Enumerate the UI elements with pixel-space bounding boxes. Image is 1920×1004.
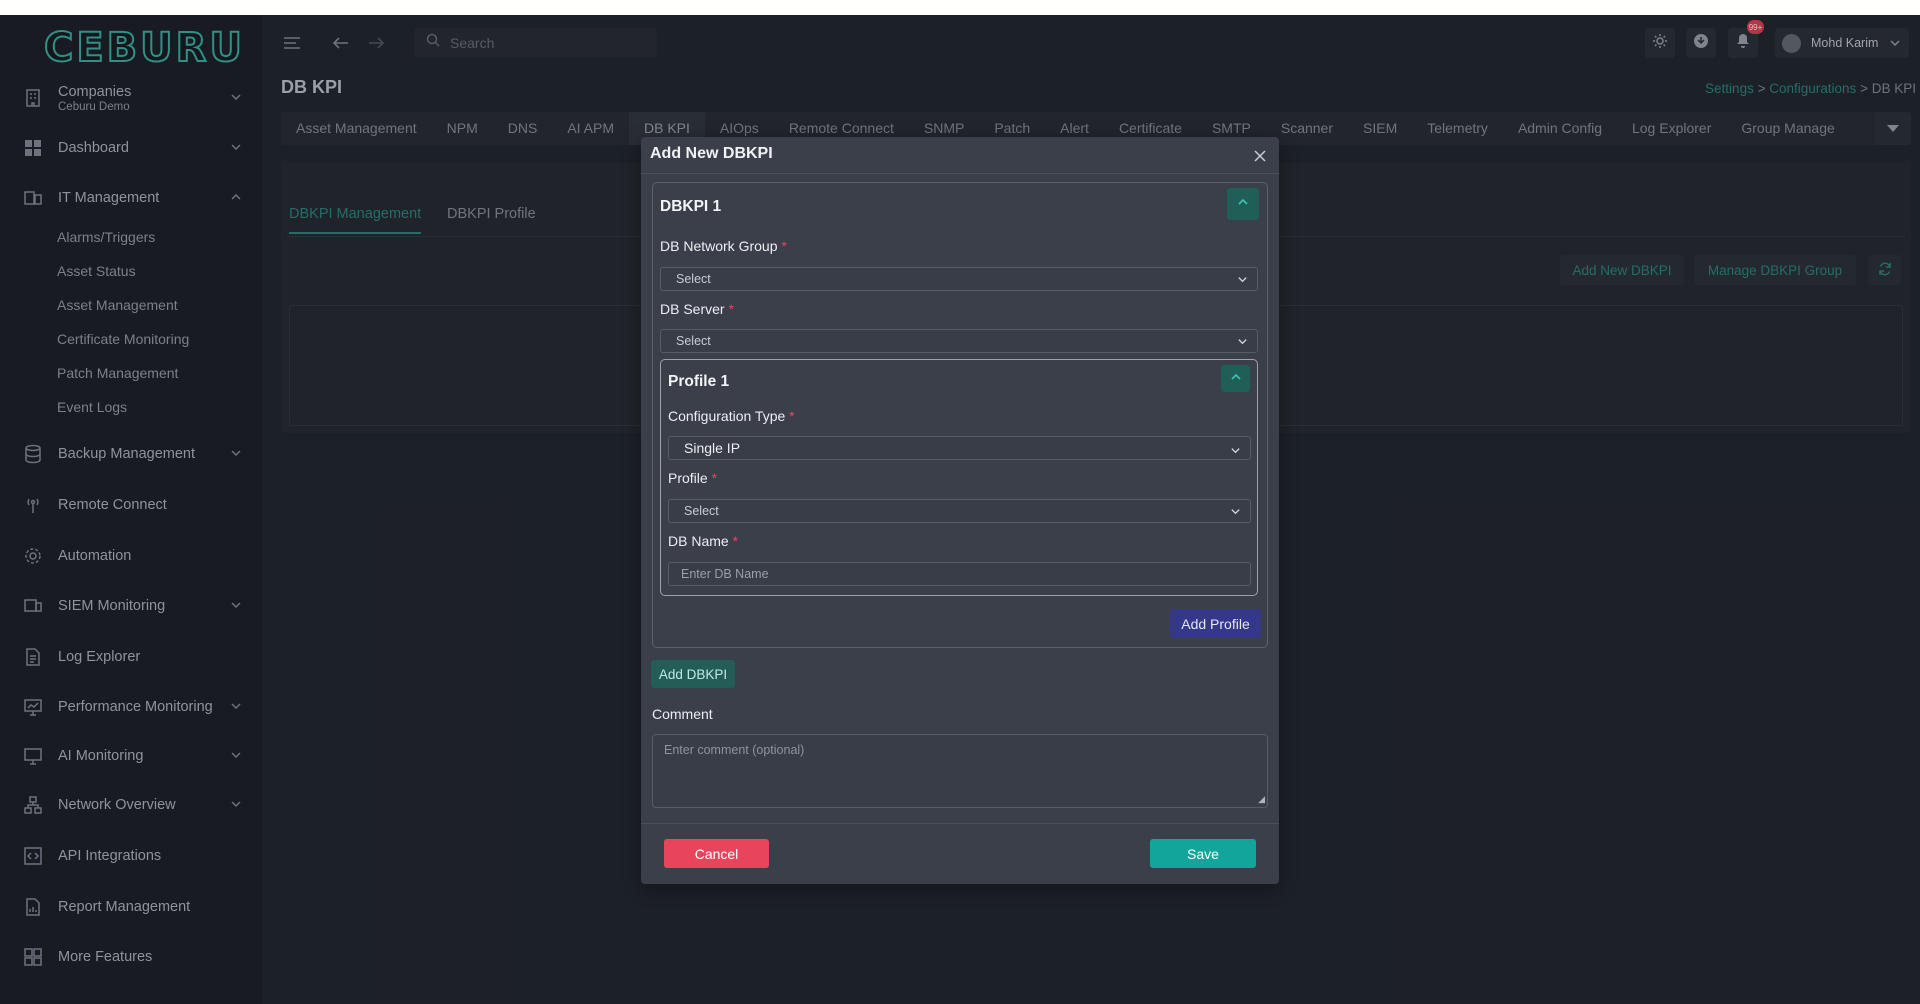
add-dbkpi-button[interactable]: Add DBKPI (651, 660, 735, 688)
network-group-select[interactable]: Select (660, 267, 1258, 291)
collapse-dbkpi-button[interactable] (1227, 188, 1259, 220)
add-dbkpi-modal: Add New DBKPI DBKPI 1 DB Network Group *… (641, 137, 1279, 884)
chevron-up-icon (1230, 370, 1242, 388)
db-name-label: DB Name * (668, 533, 739, 549)
modal-title: Add New DBKPI (650, 145, 773, 162)
config-type-label: Configuration Type * (668, 408, 795, 424)
profile-card-title: Profile 1 (668, 373, 730, 390)
modal-footer-divider (641, 823, 1279, 824)
dbkpi-card: DBKPI 1 DB Network Group * Select DB Ser… (652, 182, 1268, 648)
top-strip (0, 0, 1920, 15)
collapse-profile-button[interactable] (1221, 365, 1250, 392)
profile-select[interactable]: Select (668, 499, 1251, 523)
dbkpi-card-title: DBKPI 1 (660, 198, 722, 215)
modal-header-divider (641, 173, 1279, 174)
db-server-label: DB Server * (660, 301, 734, 317)
db-name-input[interactable]: Enter DB Name (668, 562, 1251, 586)
comment-label: Comment (652, 706, 713, 722)
comment-textarea[interactable]: Enter comment (optional) ◢ (652, 734, 1268, 808)
chevron-down-icon (1230, 443, 1241, 459)
close-icon[interactable] (1253, 149, 1267, 168)
chevron-down-icon (1237, 274, 1248, 288)
chevron-down-icon (1237, 336, 1248, 350)
cancel-button[interactable]: Cancel (664, 839, 769, 868)
config-type-select[interactable]: Single IP (668, 436, 1251, 460)
db-server-select[interactable]: Select (660, 329, 1258, 353)
chevron-down-icon (1230, 506, 1241, 520)
add-profile-button[interactable]: Add Profile (1170, 609, 1261, 638)
profile-card: Profile 1 Configuration Type * Single IP… (660, 359, 1258, 596)
profile-label: Profile * (668, 470, 718, 486)
network-group-label: DB Network Group * (660, 238, 787, 254)
resize-handle-icon[interactable]: ◢ (1258, 794, 1265, 805)
chevron-up-icon (1237, 195, 1249, 213)
save-button[interactable]: Save (1150, 839, 1256, 868)
